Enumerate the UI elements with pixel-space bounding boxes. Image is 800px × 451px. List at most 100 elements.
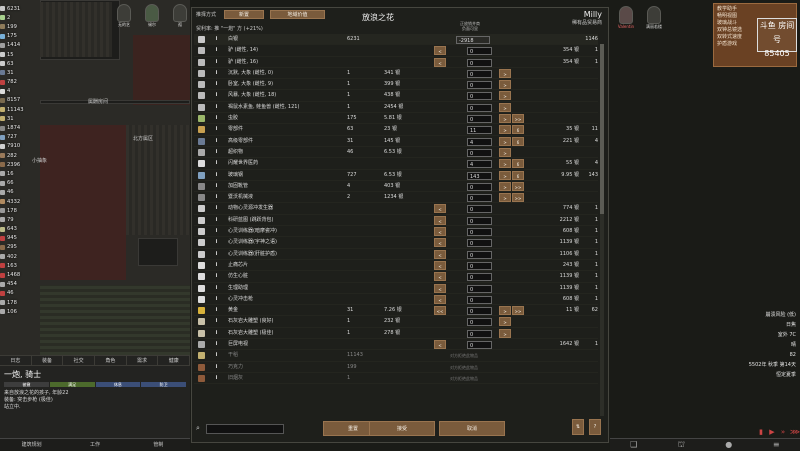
colony-map[interactable]: 属酬房间 北方属区 小抽象 62312199175141415633178248… (0, 0, 190, 355)
info-icon[interactable]: i (214, 305, 219, 316)
sort-button-b[interactable]: 地域价值 (270, 10, 325, 19)
transfer-right-button[interactable]: > (499, 148, 511, 157)
world-icon[interactable]: ⛫ (658, 439, 706, 450)
transfer-right-button[interactable]: > (499, 91, 511, 100)
transfer-count-input[interactable]: 0 (467, 194, 492, 202)
info-icon[interactable]: i (214, 283, 219, 294)
transfer-max-button[interactable]: 6 (512, 125, 524, 134)
transfer-right-button[interactable]: > (499, 80, 511, 89)
transfer-count-input[interactable]: 0 (467, 239, 492, 247)
info-icon[interactable]: i (214, 215, 219, 226)
transfer-left-button[interactable]: < (434, 340, 446, 349)
transfer-count-input[interactable]: 0 (467, 205, 492, 213)
colonist-portrait[interactable]: Valentin (617, 6, 635, 36)
transfer-max-button[interactable]: >> (512, 193, 524, 202)
colonist-portrait[interactable]: 满丽若楼 (645, 6, 663, 36)
transfer-count-input[interactable]: 0 (467, 104, 492, 112)
transfer-left-button[interactable]: < (434, 272, 446, 281)
info-icon[interactable]: i (214, 316, 219, 327)
tab-architect[interactable]: 建筑规划 (0, 439, 63, 450)
transfer-left-button[interactable]: < (434, 216, 446, 225)
info-icon[interactable]: i (214, 34, 219, 45)
info-icon[interactable]: i (214, 102, 219, 113)
info-icon[interactable]: i (214, 237, 219, 248)
transfer-right-button[interactable]: > (499, 69, 511, 78)
transfer-count-input[interactable]: 0 (467, 92, 492, 100)
scrollbar-thumb[interactable] (600, 44, 604, 214)
lightbulb-icon[interactable]: ● (705, 439, 753, 450)
transfer-left-button[interactable]: < (434, 295, 446, 304)
transfer-right-button[interactable]: > (499, 193, 511, 202)
transfer-count-input[interactable]: 0 (467, 149, 492, 157)
menu-icon[interactable]: ≡ (753, 439, 800, 450)
transfer-right-button[interactable]: > (499, 182, 511, 191)
info-icon[interactable]: i (214, 249, 219, 260)
transfer-count-input[interactable]: 0 (467, 307, 492, 315)
fast-icon[interactable]: » (779, 428, 787, 436)
accept-button[interactable]: 接受 (369, 421, 435, 436)
tab-work[interactable]: 工作 (63, 439, 126, 450)
info-icon[interactable]: i (214, 124, 219, 135)
transfer-count-input[interactable]: 0 (467, 262, 492, 270)
transfer-max-button[interactable]: >> (512, 182, 524, 191)
superfast-icon[interactable]: ⋙ (790, 428, 798, 436)
transfer-count-input[interactable]: 0 (467, 330, 492, 338)
transfer-count-input[interactable]: 0 (467, 318, 492, 326)
transfer-max-button[interactable]: 6 (512, 171, 524, 180)
transfer-count-input[interactable]: 0 (467, 115, 492, 123)
info-icon[interactable]: i (214, 260, 219, 271)
tab-needs[interactable]: 需求 (127, 356, 159, 365)
transfer-count-input[interactable]: 0 (467, 81, 492, 89)
book-icon[interactable]: ❑ (610, 439, 658, 450)
info-icon[interactable]: i (214, 113, 219, 124)
info-icon[interactable]: i (214, 203, 219, 214)
transfer-left-button[interactable]: < (434, 227, 446, 236)
transfer-max-button[interactable]: 6 (512, 137, 524, 146)
tab-restrict[interactable]: 管制 (127, 439, 190, 450)
info-icon[interactable]: i (214, 90, 219, 101)
info-icon[interactable]: i (214, 136, 219, 147)
transfer-right-button[interactable]: > (499, 317, 511, 326)
transfer-left-button[interactable]: < (434, 46, 446, 55)
transfer-left-button[interactable]: < (434, 204, 446, 213)
transfer-count-input[interactable]: 0 (467, 285, 492, 293)
info-icon[interactable]: i (214, 373, 219, 384)
info-icon[interactable]: i (214, 147, 219, 158)
info-icon[interactable]: i (214, 226, 219, 237)
transfer-max-button[interactable]: 6 (512, 159, 524, 168)
tab-character[interactable]: 角色 (95, 356, 127, 365)
transfer-count-input[interactable]: 0 (467, 47, 492, 55)
transfer-count-input[interactable]: 143 (467, 172, 492, 180)
transfer-count-input[interactable]: 4 (467, 138, 492, 146)
transfer-max-button[interactable]: >> (512, 114, 524, 123)
tab-log[interactable]: 日志 (0, 356, 32, 365)
info-icon[interactable]: i (214, 170, 219, 181)
transfer-left-button[interactable]: < (434, 58, 446, 67)
colonist-portrait[interactable]: 锡尔 (142, 4, 162, 32)
pause-icon[interactable]: ▮ (757, 428, 765, 436)
transfer-count-input[interactable]: 4 (467, 160, 492, 168)
info-icon[interactable]: i (214, 181, 219, 192)
transfer-right-button[interactable]: > (499, 137, 511, 146)
info-icon[interactable]: i (214, 339, 219, 350)
transfer-max-button[interactable]: >> (512, 306, 524, 315)
transfer-count-input[interactable]: 0 (467, 228, 492, 236)
transfer-left-button[interactable]: < (434, 238, 446, 247)
transfer-right-button[interactable]: > (499, 125, 511, 134)
transfer-right-button[interactable]: > (499, 329, 511, 338)
colonist-portrait[interactable]: 孤 (170, 4, 190, 32)
transfer-count-input[interactable]: 0 (467, 296, 492, 304)
cancel-button[interactable]: 取消 (439, 421, 505, 436)
gift-icon[interactable]: ⇅ (572, 419, 584, 435)
info-icon[interactable]: i (214, 294, 219, 305)
transfer-count-input[interactable]: 0 (467, 251, 492, 259)
transfer-count-input[interactable]: 0 (467, 217, 492, 225)
transfer-count-input[interactable]: 0 (467, 70, 492, 78)
info-icon[interactable]: i (214, 45, 219, 56)
colonist-portrait[interactable]: 无的艺 (114, 4, 134, 32)
search-input[interactable] (206, 424, 284, 434)
info-icon[interactable]: i (214, 158, 219, 169)
info-icon[interactable]: i (214, 350, 219, 361)
scrollbar[interactable] (600, 44, 604, 416)
info-icon[interactable]: i (214, 271, 219, 282)
